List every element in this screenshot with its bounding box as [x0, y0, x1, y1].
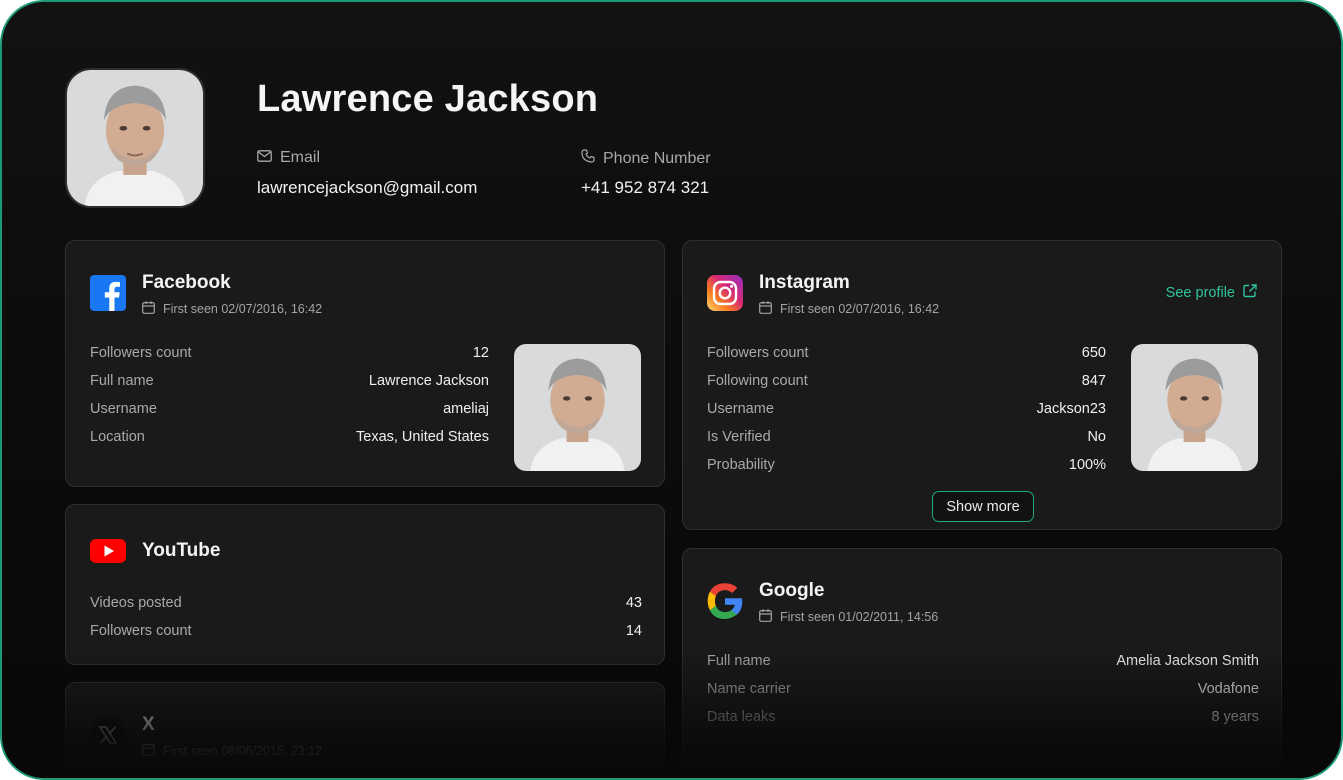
detail-value: Jackson23: [1036, 401, 1106, 417]
detail-row: Followers count 12: [90, 340, 489, 368]
calendar-icon: [142, 301, 155, 317]
show-more-button[interactable]: Show more: [932, 491, 1034, 522]
instagram-card: Instagram First seen 02/07/2016, 16:42 S…: [682, 240, 1282, 530]
detail-value: No: [1087, 429, 1106, 445]
detail-row: Videos posted 43: [90, 590, 642, 618]
detail-value: 14: [625, 623, 642, 639]
detail-value: 12: [472, 345, 489, 361]
phone-label: Phone Number: [581, 149, 711, 168]
detail-row: Full name Lawrence Jackson: [90, 368, 489, 396]
phone-icon: [581, 149, 595, 168]
detail-key: Location: [90, 429, 145, 445]
google-card: Google First seen 01/02/2011, 14:56 Full…: [682, 548, 1282, 778]
facebook-title: Facebook: [142, 272, 231, 293]
detail-row: Is Verified No: [707, 424, 1106, 452]
app-frame: Lawrence Jackson Email lawrencejackson@g…: [0, 0, 1343, 780]
detail-key: Followers count: [707, 345, 809, 361]
external-link-icon: [1243, 284, 1257, 302]
detail-value: Texas, United States: [356, 429, 489, 445]
detail-value: 650: [1081, 345, 1106, 361]
google-first-seen-text: First seen 01/02/2011, 14:56: [780, 610, 939, 624]
phone-value: +41 952 874 321: [581, 178, 710, 197]
profile-name: Lawrence Jackson: [257, 78, 599, 120]
detail-row: Username Jackson23: [707, 396, 1106, 424]
youtube-card: YouTube Videos posted 43 Followers count 1…: [65, 504, 665, 665]
youtube-icon: [90, 533, 126, 569]
detail-key: Following count: [707, 373, 808, 389]
see-profile-label: See profile: [1165, 285, 1235, 301]
facebook-first-seen-text: First seen 02/07/2016, 16:42: [163, 302, 323, 316]
detail-key: Full name: [707, 653, 771, 669]
facebook-details: Followers count 12 Full name Lawrence Jack…: [90, 340, 489, 452]
youtube-details: Videos posted 43 Followers count 14: [90, 590, 642, 646]
detail-row: Following count 847: [707, 368, 1106, 396]
detail-value: 100%: [1068, 457, 1106, 473]
instagram-details: Followers count 650 Following count 847 Us…: [707, 340, 1106, 480]
facebook-profile-photo: [514, 344, 641, 471]
facebook-icon: [90, 275, 126, 311]
detail-value: 8 years: [1211, 709, 1259, 725]
google-details: Full name Amelia Jackson Smith Name carri…: [707, 648, 1259, 732]
instagram-profile-photo: [1131, 344, 1258, 471]
email-label-text: Email: [280, 149, 321, 166]
detail-value: Vodafone: [1197, 681, 1259, 697]
detail-key: Videos posted: [90, 595, 182, 611]
detail-value: Amelia Jackson Smith: [1116, 653, 1259, 669]
detail-key: Is Verified: [707, 429, 771, 445]
email-value: lawrencejackson@gmail.com: [257, 178, 478, 197]
instagram-first-seen-text: First seen 02/07/2016, 16:42: [780, 302, 940, 316]
detail-row: Followers count 14: [90, 618, 642, 646]
profile-avatar: [65, 68, 205, 208]
x-icon: [90, 717, 126, 753]
x-first-seen: First seen 08/06/2015, 23:12: [142, 743, 322, 759]
detail-row: Probability 100%: [707, 452, 1106, 480]
detail-key: Followers count: [90, 623, 192, 639]
detail-row: Full name Amelia Jackson Smith: [707, 648, 1259, 676]
detail-key: Followers count: [90, 345, 192, 361]
detail-key: Full name: [90, 373, 154, 389]
see-profile-link[interactable]: See profile: [1166, 284, 1257, 302]
facebook-first-seen: First seen 02/07/2016, 16:42: [142, 301, 322, 317]
facebook-card: Facebook First seen 02/07/2016, 16:42 Fo…: [65, 240, 665, 487]
detail-row: Name carrier Vodafone: [707, 676, 1259, 704]
detail-row: Username ameliaj: [90, 396, 489, 424]
youtube-title: YouTube: [142, 540, 221, 561]
google-first-seen: First seen 01/02/2011, 14:56: [759, 609, 938, 625]
detail-key: Username: [707, 401, 774, 417]
google-icon: [707, 583, 743, 619]
mail-icon: [257, 149, 272, 167]
calendar-icon: [759, 301, 772, 317]
detail-row: Data leaks 8 years: [707, 704, 1259, 732]
google-title: Google: [759, 580, 825, 601]
email-label: Email: [257, 149, 320, 167]
instagram-first-seen: First seen 02/07/2016, 16:42: [759, 301, 939, 317]
x-first-seen-text: First seen 08/06/2015, 23:12: [163, 744, 323, 758]
instagram-icon: [707, 275, 743, 311]
detail-key: Name carrier: [707, 681, 791, 697]
detail-value: 847: [1081, 373, 1106, 389]
calendar-icon: [142, 743, 155, 759]
detail-row: Location Texas, United States: [90, 424, 489, 452]
detail-value: ameliaj: [443, 401, 489, 417]
detail-key: Probability: [707, 457, 775, 473]
detail-key: Username: [90, 401, 157, 417]
detail-value: Lawrence Jackson: [368, 373, 489, 389]
detail-row: Followers count 650: [707, 340, 1106, 368]
x-title: X: [142, 714, 155, 735]
detail-value: 43: [625, 595, 642, 611]
detail-key: Data leaks: [707, 709, 776, 725]
phone-label-text: Phone Number: [603, 149, 711, 167]
x-card: X First seen 08/06/2015, 23:12: [65, 682, 665, 778]
instagram-title: Instagram: [759, 272, 850, 293]
calendar-icon: [759, 609, 772, 625]
